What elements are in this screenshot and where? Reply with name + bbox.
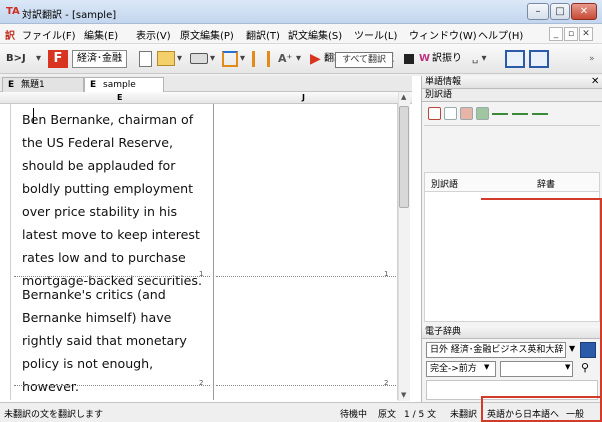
window-title: 対訳翻訳 - [sample] xyxy=(22,10,117,21)
mode-dropdown-icon[interactable]: ▾ xyxy=(36,49,41,69)
space-icon[interactable]: ␣ ▾ xyxy=(472,49,487,69)
menu-tools[interactable]: ツール(L) xyxy=(354,27,397,42)
link-right-icon[interactable] xyxy=(532,113,548,115)
highlight-frame xyxy=(481,198,602,398)
ruby-translate-button[interactable]: 訳振り xyxy=(432,49,462,69)
text-format-icon[interactable]: A⁺ xyxy=(278,49,292,69)
layout-split-vertical-icon[interactable] xyxy=(505,50,525,68)
menu-edit[interactable]: 編集(E) xyxy=(84,27,118,42)
target-column-header: J xyxy=(302,93,305,102)
title-bar: TA 対訳翻訳 - [sample] – □ ✕ xyxy=(0,0,602,24)
scroll-up-icon[interactable]: ▲ xyxy=(401,93,406,101)
print-dropdown-icon[interactable]: ▾ xyxy=(210,49,215,69)
status-highlight-frame xyxy=(481,396,602,422)
word-info-header: 単語情報 xyxy=(422,76,602,89)
paragraph-separator xyxy=(14,276,210,277)
link-both-icon[interactable] xyxy=(512,113,528,115)
tooltip: すべて翻訳 xyxy=(335,52,394,68)
link-left-icon[interactable] xyxy=(492,113,508,115)
target-paragraph-number: 2 xyxy=(384,379,389,387)
layout-dropdown-icon[interactable]: ▾ xyxy=(240,49,245,69)
tab-untitled[interactable]: E 無題1 xyxy=(2,77,84,92)
panel-divider xyxy=(424,125,600,126)
target-paragraph-number: 1 xyxy=(384,270,389,278)
source-paragraph-1[interactable]: Ben Bernanke, chairman of the US Federal… xyxy=(22,108,210,292)
new-document-icon[interactable] xyxy=(139,51,152,67)
stop-icon[interactable] xyxy=(404,54,414,64)
search-word-icon[interactable] xyxy=(444,107,457,120)
minimize-button[interactable]: – xyxy=(527,3,549,20)
ruby-translate-icon[interactable]: W xyxy=(419,49,430,69)
source-column-header: E xyxy=(117,93,123,102)
layout-columns-icon[interactable] xyxy=(252,51,270,67)
menu-bar: 訳 ファイル(F) 編集(E) 表示(V) 原文編集(P) 翻訳(T) 訳文編集… xyxy=(0,24,602,44)
target-paragraph-separator xyxy=(216,385,396,386)
status-source-label: 原文 xyxy=(378,410,397,420)
word-info-title: 単語情報 xyxy=(425,77,462,87)
menu-window[interactable]: ウィンドウ(W) xyxy=(409,27,477,42)
toolbar: B>J ▾ F 経済･金融 ▾ ▾ ▾ A⁺ ▾ ▶ 翻訳 ▭▸ 翻訳 W 訳振… xyxy=(0,44,602,74)
menu-source-edit[interactable]: 原文編集(P) xyxy=(180,27,234,42)
open-folder-icon[interactable] xyxy=(157,51,175,66)
mdi-minimize-button[interactable]: _ xyxy=(549,27,563,41)
format-dropdown-icon[interactable]: ▾ xyxy=(296,49,301,69)
paragraph-number: 1 xyxy=(199,270,204,278)
dictionary-word-icon[interactable] xyxy=(460,107,473,120)
menu-target-edit[interactable]: 訳文編集(S) xyxy=(288,27,342,42)
edit-word-icon[interactable] xyxy=(476,107,489,120)
close-button[interactable]: ✕ xyxy=(571,3,597,20)
menu-translate[interactable]: 翻訳(T) xyxy=(246,27,280,42)
translation-mode-button[interactable]: B>J xyxy=(6,49,26,69)
paragraph-separator xyxy=(14,385,210,386)
print-icon[interactable] xyxy=(190,53,208,64)
tab-sample-label: sample xyxy=(103,80,136,90)
alt-translation-title: 別訳語 xyxy=(425,90,453,100)
target-column[interactable] xyxy=(214,104,398,400)
status-state: 待機中 xyxy=(340,410,368,420)
add-word-icon[interactable] xyxy=(428,107,441,120)
tab-sample-letter: E xyxy=(90,80,97,90)
alt-translation-table-header: 別訳語 辞書 xyxy=(424,172,600,192)
layout-side-icon[interactable] xyxy=(222,51,238,67)
maximize-button[interactable]: □ xyxy=(550,3,570,20)
document-icon[interactable]: 訳 xyxy=(5,27,15,42)
status-message: 未翻訳の文を翻訳します xyxy=(4,410,104,420)
menu-file[interactable]: ファイル(F) xyxy=(22,27,76,42)
menu-view[interactable]: 表示(V) xyxy=(136,27,171,42)
column-header: E J xyxy=(0,92,412,104)
field-f-icon[interactable]: F xyxy=(48,50,68,68)
mdi-close-button[interactable]: ✕ xyxy=(579,27,593,41)
panel-close-icon[interactable]: ✕ xyxy=(591,76,599,87)
dictionary-title: 電子辞典 xyxy=(425,327,462,337)
mdi-restore-button[interactable]: ▫ xyxy=(564,27,578,41)
target-paragraph-separator xyxy=(216,276,396,277)
menu-help[interactable]: ヘルプ(H) xyxy=(478,27,523,42)
tab-sample[interactable]: E sample xyxy=(84,77,164,92)
translate-all-icon[interactable]: ▶ xyxy=(310,49,321,69)
document-tabs: E 無題1 E sample xyxy=(0,76,412,92)
toolbar-overflow-icon[interactable]: » xyxy=(589,49,595,69)
dictionary-column-header: 辞書 xyxy=(537,180,556,190)
open-dropdown-icon[interactable]: ▾ xyxy=(177,49,182,69)
layout-split-horizontal-icon[interactable] xyxy=(529,50,549,68)
field-selector[interactable]: 経済･金融 xyxy=(72,50,127,68)
status-untranslated: 未翻訳 xyxy=(450,410,478,420)
scroll-down-icon[interactable]: ▼ xyxy=(401,391,406,399)
app-icon: TA xyxy=(6,6,20,17)
alt-translation-header: 別訳語 xyxy=(422,89,602,102)
status-sentence-position: 1 / 5 文 xyxy=(404,410,437,420)
source-paragraph-2[interactable]: Bernanke's critics (and Bernanke himself… xyxy=(22,283,210,398)
tab-untitled-letter: E xyxy=(8,80,15,90)
scrollbar-thumb[interactable] xyxy=(399,106,409,208)
paragraph-number: 2 xyxy=(199,379,204,387)
tab-untitled-label: 無題1 xyxy=(21,80,45,90)
alt-column-header: 別訳語 xyxy=(431,180,459,190)
